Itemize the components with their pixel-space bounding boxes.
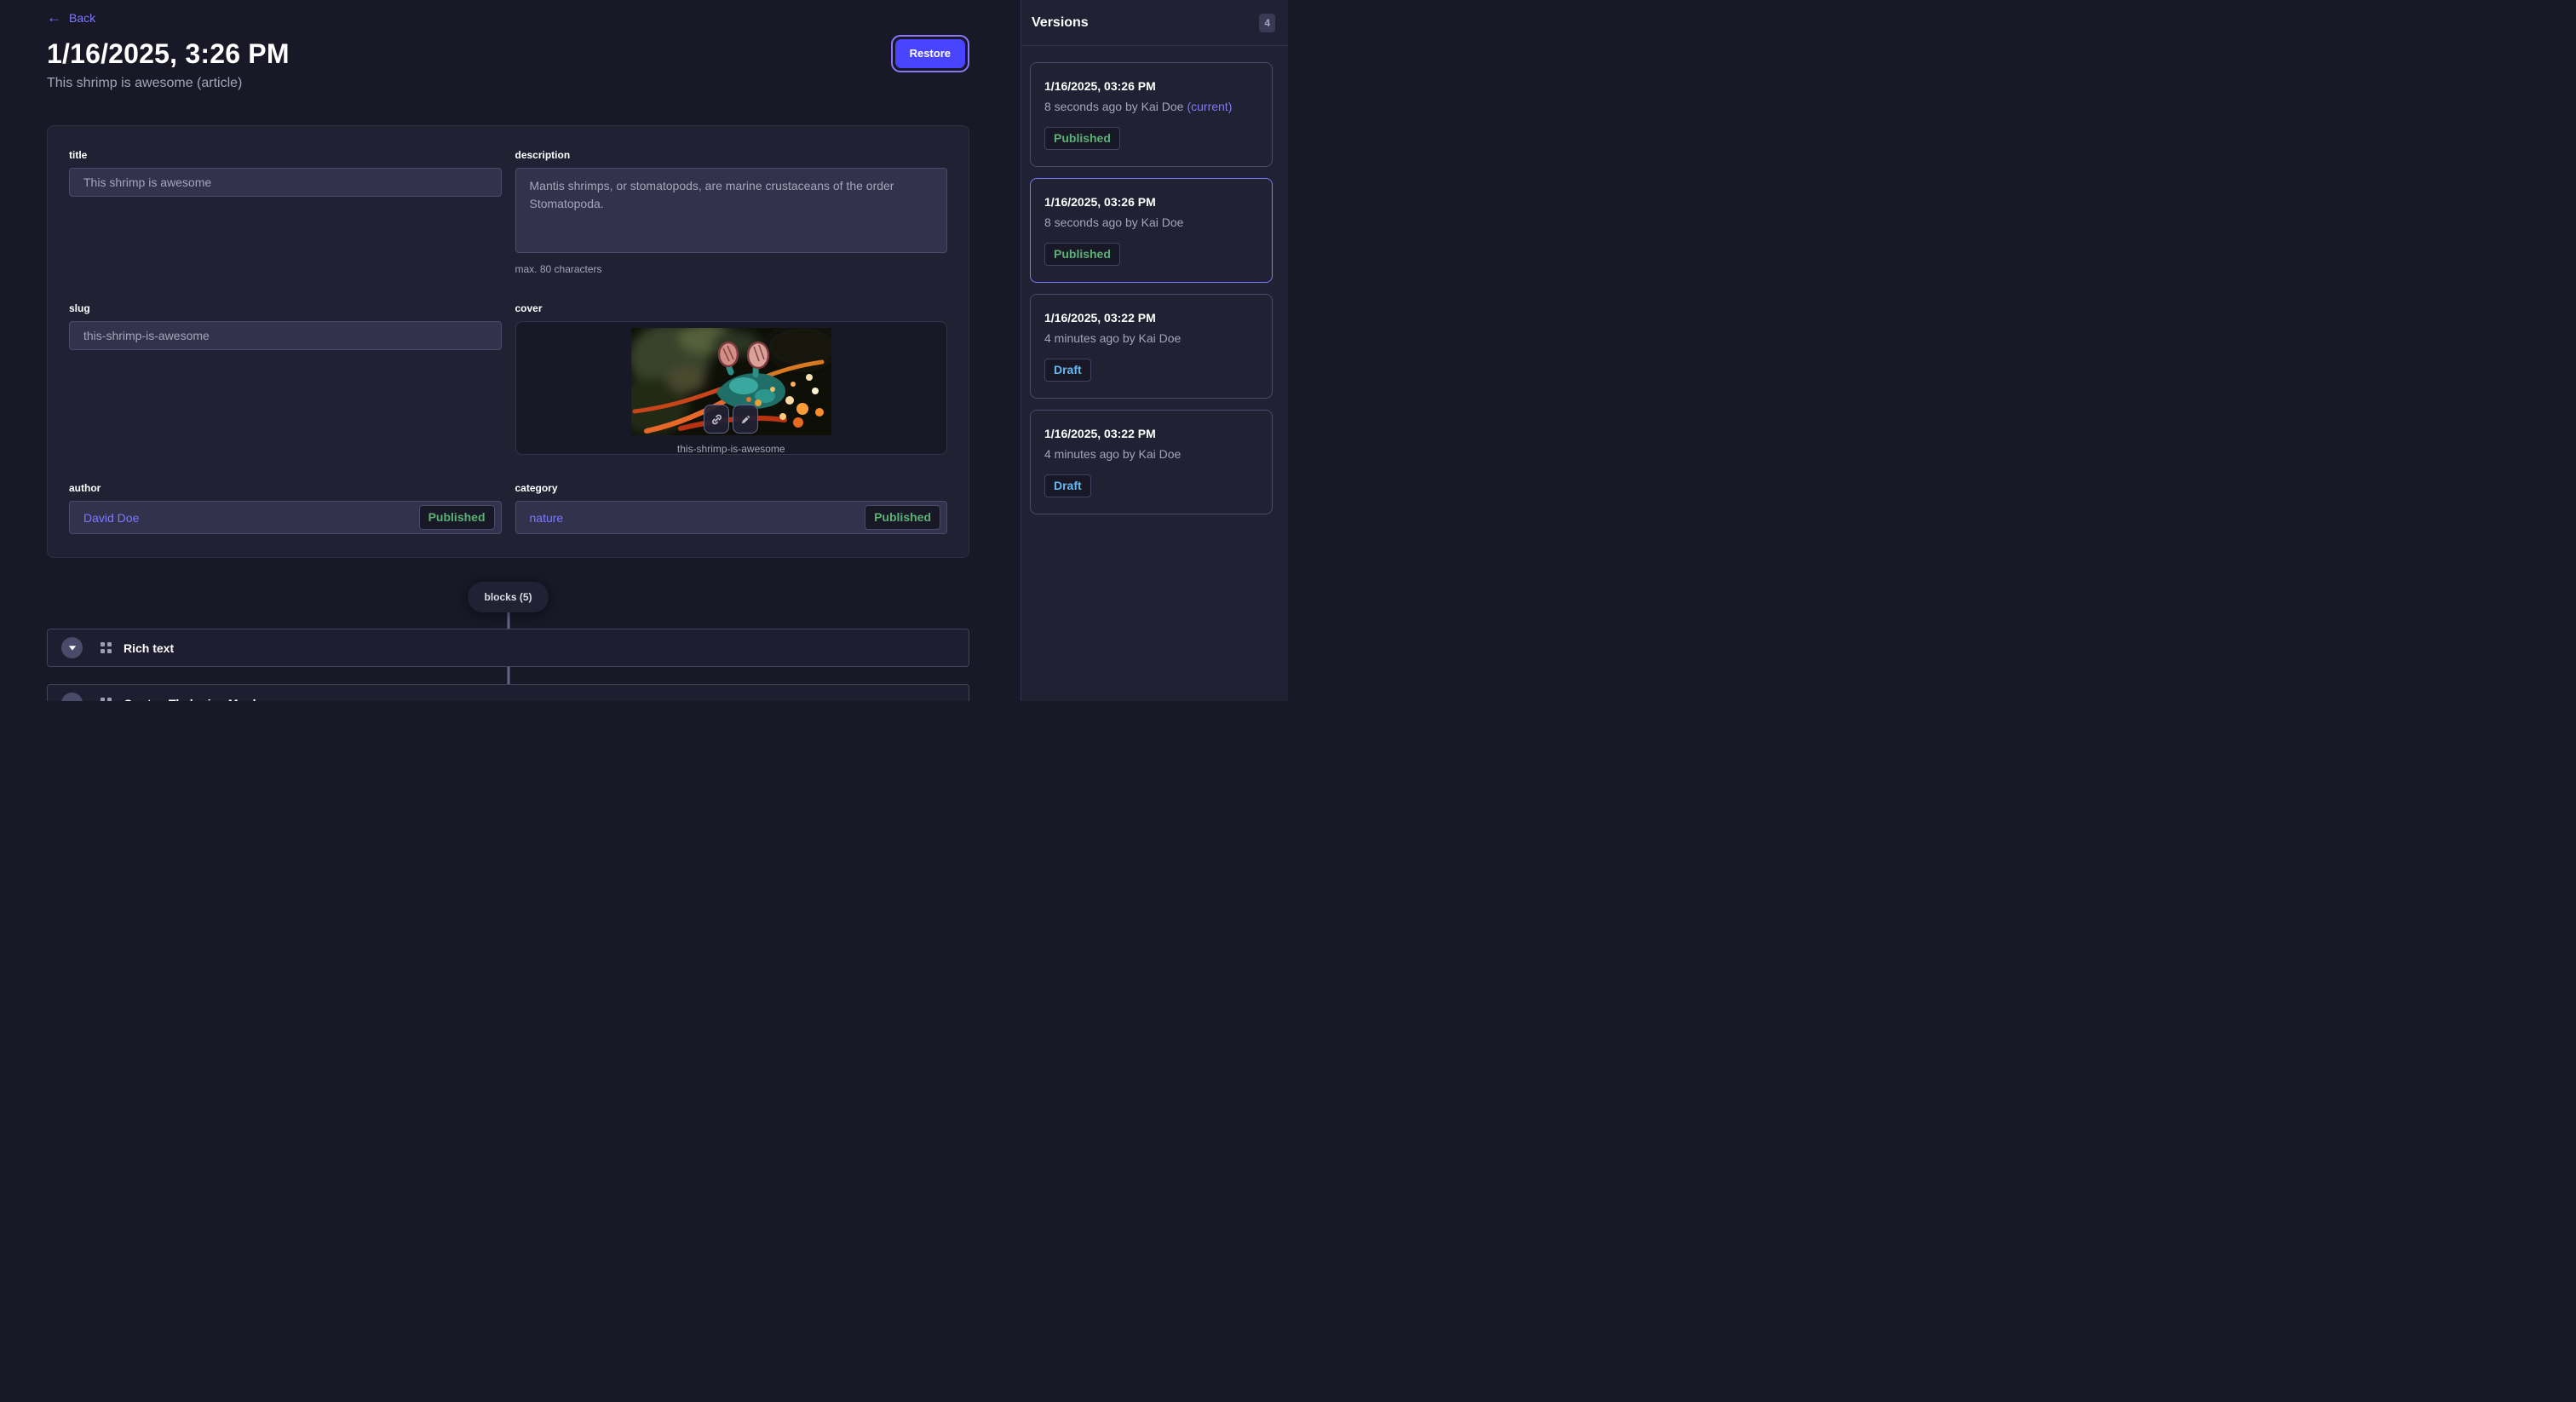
version-meta: 8 seconds ago by Kai Doe [1044, 215, 1258, 229]
page-header: 1/16/2025, 3:26 PM This shrimp is awesom… [47, 40, 969, 90]
copy-link-button[interactable] [704, 405, 729, 434]
field-title: title [69, 149, 502, 275]
version-status-badge: Draft [1044, 474, 1091, 497]
version-date: 1/16/2025, 03:22 PM [1044, 427, 1258, 440]
edit-asset-button[interactable] [733, 405, 758, 434]
field-title-label: title [69, 149, 502, 161]
field-cover-label: cover [515, 302, 948, 314]
version-meta: 8 seconds ago by Kai Doe (current) [1044, 100, 1258, 113]
field-slug: slug [69, 302, 502, 455]
versions-title: Versions [1032, 15, 1089, 31]
main-content: ← Back 1/16/2025, 3:26 PM This shrimp is… [0, 0, 1021, 701]
category-relation-link[interactable]: nature [530, 511, 564, 525]
pencil-icon [739, 413, 752, 426]
entry-form-card: title description Mantis shrimps, or sto… [47, 125, 969, 558]
chevron-down-icon [68, 645, 77, 652]
field-category: category nature Published [515, 482, 948, 534]
version-date: 1/16/2025, 03:26 PM [1044, 79, 1258, 93]
versions-sidebar-header: Versions 4 [1021, 0, 1288, 46]
block-accordion: Rich text [47, 629, 969, 667]
cover-image-wrap [631, 328, 831, 435]
field-cover: cover [515, 302, 948, 455]
version-list[interactable]: 1/16/2025, 03:26 PM 8 seconds ago by Kai… [1021, 46, 1288, 514]
versions-sidebar: Versions 4 1/16/2025, 03:26 PM 8 seconds… [1021, 0, 1288, 701]
cover-asset-card: this-shrimp-is-awesome [515, 321, 948, 455]
version-status-badge: Draft [1044, 359, 1091, 382]
link-icon [710, 413, 723, 426]
version-date: 1/16/2025, 03:26 PM [1044, 195, 1258, 209]
field-description: description Mantis shrimps, or stomatopo… [515, 149, 948, 275]
version-status-badge: Published [1044, 127, 1120, 150]
chevron-down-button[interactable] [61, 692, 83, 701]
field-slug-label: slug [69, 302, 502, 314]
version-card[interactable]: 1/16/2025, 03:22 PM 4 minutes ago by Kai… [1030, 410, 1273, 514]
version-meta-text: 8 seconds ago by Kai Doe [1044, 100, 1183, 113]
drag-grid-glyph [101, 698, 112, 701]
slug-input[interactable] [69, 321, 502, 350]
field-description-label: description [515, 149, 948, 161]
description-textarea[interactable]: Mantis shrimps, or stomatopods, are mari… [515, 168, 948, 253]
drag-grid-glyph [101, 642, 112, 653]
back-label: Back [69, 11, 95, 25]
page-subtitle: This shrimp is awesome (article) [47, 76, 969, 91]
blocks-accordion-list: Rich text Quote - Thelonius Monk [47, 629, 969, 701]
version-meta-text: 8 seconds ago by Kai Doe [1044, 215, 1183, 229]
block-accordion: Quote - Thelonius Monk [47, 684, 969, 701]
version-meta: 4 minutes ago by Kai Doe [1044, 447, 1258, 461]
versions-count-badge: 4 [1259, 14, 1275, 32]
block-accordion-header[interactable]: Quote - Thelonius Monk [48, 685, 969, 701]
version-card[interactable]: 1/16/2025, 03:26 PM 8 seconds ago by Kai… [1030, 62, 1273, 167]
author-status-badge: Published [419, 505, 495, 530]
title-input[interactable] [69, 168, 502, 197]
app-root: ← Back 1/16/2025, 3:26 PM This shrimp is… [0, 0, 1288, 701]
category-status-badge: Published [865, 505, 940, 530]
block-accordion-header[interactable]: Rich text [48, 629, 969, 666]
blocks-count-pill[interactable]: blocks (5) [468, 582, 548, 612]
description-hint: max. 80 characters [515, 263, 948, 275]
restore-button-focus-ring: Restore [891, 35, 969, 72]
cover-caption: this-shrimp-is-awesome [677, 443, 785, 455]
field-author-label: author [69, 482, 502, 494]
back-link[interactable]: ← Back [47, 10, 95, 25]
drag-grid-icon[interactable] [101, 698, 112, 701]
drag-grid-icon[interactable] [101, 642, 112, 653]
page-title: 1/16/2025, 3:26 PM [47, 40, 969, 69]
restore-button[interactable]: Restore [895, 39, 965, 68]
category-relation-box: nature Published [515, 501, 948, 534]
version-meta-text: 4 minutes ago by Kai Doe [1044, 447, 1181, 461]
field-author: author David Doe Published [69, 482, 502, 534]
version-meta-text: 4 minutes ago by Kai Doe [1044, 331, 1181, 345]
block-label: Quote - Thelonius Monk [124, 697, 259, 701]
version-card[interactable]: 1/16/2025, 03:26 PM 8 seconds ago by Kai… [1030, 178, 1273, 283]
chevron-down-icon [68, 700, 77, 701]
author-relation-link[interactable]: David Doe [83, 511, 139, 525]
version-status-badge: Published [1044, 243, 1120, 266]
cover-actions [704, 405, 758, 434]
main-inner: ← Back 1/16/2025, 3:26 PM This shrimp is… [47, 0, 969, 701]
blocks-dynamic-zone: blocks (5) Rich text [47, 558, 969, 701]
version-date: 1/16/2025, 03:22 PM [1044, 311, 1258, 325]
version-card[interactable]: 1/16/2025, 03:22 PM 4 minutes ago by Kai… [1030, 294, 1273, 399]
arrow-left-icon: ← [47, 10, 61, 25]
block-label: Rich text [124, 641, 174, 655]
version-meta: 4 minutes ago by Kai Doe [1044, 331, 1258, 345]
chevron-down-button[interactable] [61, 637, 83, 658]
author-relation-box: David Doe Published [69, 501, 502, 534]
field-category-label: category [515, 482, 948, 494]
version-current-tag: (current) [1187, 100, 1232, 113]
